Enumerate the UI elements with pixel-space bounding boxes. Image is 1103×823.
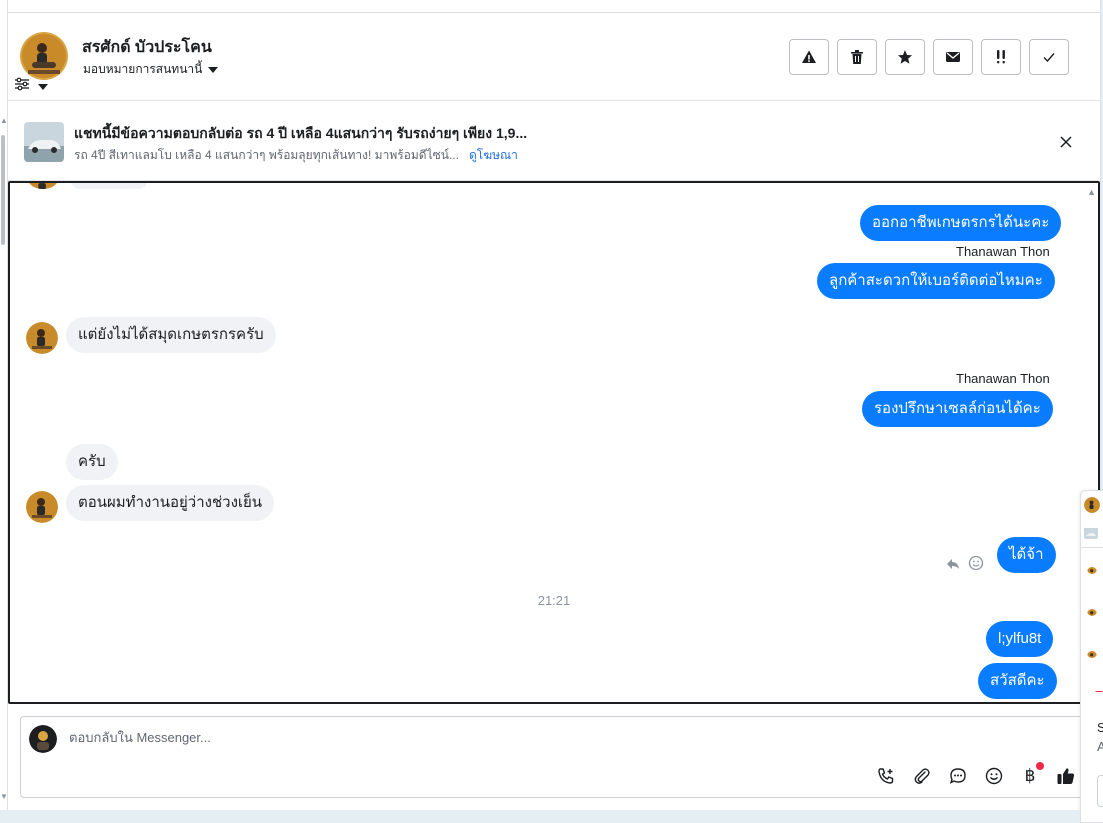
avatar[interactable] bbox=[1087, 606, 1097, 616]
ad-context-bar: แชทนี้มีข้อความตอบกลับต่อ รถ 4 ปี เหลือ … bbox=[8, 102, 1101, 181]
priority-icon bbox=[997, 50, 1005, 64]
paperclip-icon bbox=[914, 768, 930, 784]
avatar bbox=[26, 322, 58, 354]
message-bubble-incoming[interactable]: ตอนผมทำงานอยู่ว่างช่วงเย็น bbox=[66, 485, 275, 521]
react-emoji-icon[interactable] bbox=[968, 555, 984, 576]
divider bbox=[1081, 547, 1103, 548]
contact-name: สรศักด์ บัวประโคน bbox=[82, 39, 212, 56]
emoji-icon bbox=[985, 767, 1003, 785]
avatar[interactable] bbox=[1084, 497, 1100, 513]
thumbs-up-icon bbox=[1057, 768, 1075, 784]
sliders-icon[interactable] bbox=[14, 77, 30, 96]
message-bubble-outgoing[interactable]: ลูกค้าสะดวกให้เบอร์ติดต่อไหมคะ bbox=[817, 263, 1055, 299]
ad-thumbnail[interactable] bbox=[1084, 527, 1098, 539]
sender-name: Thanawan Thon bbox=[956, 244, 1050, 259]
scroll-down-arrow-icon[interactable]: ▼ bbox=[0, 792, 8, 801]
message-bubble-incoming[interactable]: แต่ยังไม่ได้สมุดเกษตรกรครับ bbox=[66, 317, 276, 353]
sender-name: Thanawan Thon bbox=[956, 371, 1050, 386]
page-background bbox=[0, 810, 1080, 823]
emoji-button[interactable] bbox=[983, 765, 1005, 787]
timestamp: 21:21 bbox=[537, 593, 571, 608]
page-avatar bbox=[29, 725, 57, 753]
side-panel-button[interactable] bbox=[1097, 775, 1103, 807]
message-actions bbox=[946, 555, 984, 576]
warning-icon bbox=[802, 50, 816, 63]
ad-subtitle-row: รถ 4ปี สีเทาแลมโบ เหลือ 4 แสนกว่าๆ พร้อม… bbox=[74, 146, 518, 165]
gift-icon bbox=[1095, 684, 1103, 692]
reply-input[interactable] bbox=[69, 730, 669, 745]
ad-thumbnail[interactable] bbox=[24, 122, 64, 162]
side-panel-text: A bbox=[1097, 739, 1103, 754]
close-ad-bar-button[interactable] bbox=[1056, 132, 1076, 152]
call-button[interactable] bbox=[875, 765, 897, 787]
star-icon bbox=[898, 50, 912, 64]
view-ad-link[interactable]: ดูโฆษณา bbox=[469, 146, 518, 165]
mark-unread-button[interactable] bbox=[933, 39, 973, 75]
baht-icon: ฿ bbox=[1024, 766, 1036, 786]
avatar bbox=[26, 491, 58, 523]
report-spam-button[interactable] bbox=[789, 39, 829, 75]
message-bubble-outgoing[interactable]: l;ylfu8t bbox=[986, 621, 1054, 657]
ad-subtitle: รถ 4ปี สีเทาแลมโบ เหลือ 4 แสนกว่าๆ พร้อม… bbox=[74, 148, 459, 162]
notification-dot bbox=[1036, 762, 1044, 770]
composer-toolbar: ฿ bbox=[875, 762, 1077, 787]
message-thread[interactable]: ▲ ออกอาชีพเกษตรกรได้นะคะ Thanawan Thon ล… bbox=[8, 181, 1100, 704]
priority-button[interactable] bbox=[981, 39, 1021, 75]
ad-title: แชทนี้มีข้อความตอบกลับต่อ รถ 4 ปี เหลือ … bbox=[74, 125, 528, 141]
saved-replies-button[interactable] bbox=[947, 765, 969, 787]
left-scrollbar[interactable]: ▲ ▼ bbox=[0, 0, 8, 823]
payment-button[interactable]: ฿ bbox=[1019, 762, 1044, 787]
contact-avatar[interactable] bbox=[20, 32, 68, 80]
message-bubble-outgoing[interactable]: รองปรึกษาเซลล์ก่อนได้คะ bbox=[862, 391, 1053, 427]
scroll-up-arrow-icon[interactable]: ▲ bbox=[1087, 187, 1096, 197]
scrollbar-thumb[interactable] bbox=[1, 135, 5, 245]
avatar[interactable] bbox=[1087, 648, 1097, 658]
page: ▲ ▼ สรศักด์ บัวประโคน มอบหมายการสนทนานี้… bbox=[0, 0, 1103, 823]
delete-button[interactable] bbox=[837, 39, 877, 75]
conversation-list-panel[interactable]: S A bbox=[1080, 490, 1103, 823]
phone-add-icon bbox=[878, 768, 894, 784]
message-bubble-incoming[interactable]: ครับ bbox=[66, 444, 118, 480]
side-panel-text: S bbox=[1097, 720, 1103, 735]
message-bubble-outgoing[interactable]: สวัสดีคะ bbox=[978, 663, 1057, 699]
reply-icon[interactable] bbox=[946, 557, 960, 575]
scroll-up-arrow-icon[interactable]: ▲ bbox=[0, 116, 8, 125]
mark-done-button[interactable] bbox=[1029, 39, 1069, 75]
star-button[interactable] bbox=[885, 39, 925, 75]
assign-label: มอบหมายการสนทนานี้ bbox=[83, 62, 203, 76]
check-icon bbox=[1043, 53, 1055, 63]
message-bubble-outgoing[interactable]: ออกอาชีพเกษตรกรได้นะคะ bbox=[860, 205, 1062, 241]
mail-icon bbox=[946, 52, 960, 62]
header-actions bbox=[789, 39, 1069, 75]
avatar[interactable] bbox=[1087, 564, 1097, 574]
like-button[interactable] bbox=[1055, 765, 1077, 787]
reply-composer: ฿ bbox=[20, 716, 1098, 798]
chevron-down-icon[interactable] bbox=[38, 83, 48, 90]
trash-icon bbox=[851, 50, 863, 64]
message-bubble-outgoing[interactable]: ได้จ้า bbox=[997, 537, 1056, 573]
chevron-down-icon bbox=[208, 66, 219, 73]
assign-conversation-dropdown[interactable]: มอบหมายการสนทนานี้ bbox=[83, 60, 219, 79]
close-icon bbox=[1060, 136, 1072, 148]
chat-bubble-icon bbox=[949, 768, 966, 784]
message-bubble-incoming bbox=[70, 183, 148, 189]
avatar bbox=[28, 183, 58, 189]
conversation-panel: สรศักด์ บัวประโคน มอบหมายการสนทนานี้ แชท… bbox=[8, 0, 1101, 810]
conversation-header: สรศักด์ บัวประโคน มอบหมายการสนทนานี้ bbox=[8, 13, 1101, 101]
attach-button[interactable] bbox=[911, 765, 933, 787]
filter-controls[interactable] bbox=[14, 77, 48, 96]
